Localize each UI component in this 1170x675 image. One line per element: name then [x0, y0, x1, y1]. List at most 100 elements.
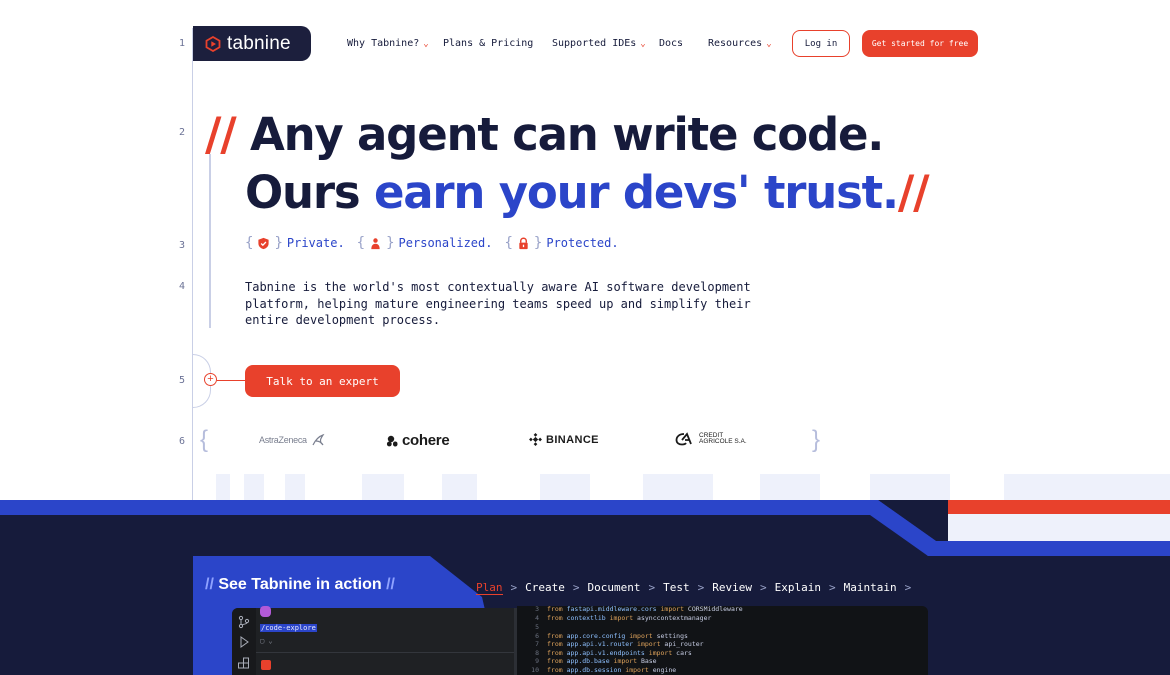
- nav-resources[interactable]: Resources ⌄: [708, 38, 772, 49]
- step-review[interactable]: Review: [712, 581, 752, 595]
- tabnine-logo[interactable]: tabnine: [193, 26, 311, 61]
- hero-title-line-1: // Any agent can write code.: [205, 108, 884, 161]
- line-number: 1: [178, 38, 186, 49]
- decor-block: [216, 474, 230, 500]
- brace: }: [533, 235, 543, 251]
- connector-line: [217, 380, 245, 381]
- hero-line-1-text: Any agent can write code.: [249, 108, 884, 161]
- chat-divider: [256, 652, 514, 653]
- logos-brace-left: {: [200, 426, 209, 453]
- person-icon: [371, 237, 380, 249]
- step-separator: >: [572, 581, 580, 594]
- nav-label: Why Tabnine?: [347, 38, 420, 49]
- line-number: 4: [178, 281, 186, 292]
- extensions-icon[interactable]: [237, 657, 251, 671]
- talk-to-expert-button[interactable]: Talk to an expert: [245, 365, 400, 397]
- decor-block: [1004, 474, 1170, 500]
- get-started-button[interactable]: Get started for free: [862, 30, 978, 57]
- decor-block: [442, 474, 477, 500]
- decor-block: [760, 474, 820, 500]
- step-separator: >: [904, 581, 912, 594]
- action-section-title: // See Tabnine in action //: [205, 576, 395, 594]
- step-separator: >: [648, 581, 656, 594]
- line-number: 5: [178, 375, 186, 386]
- ide-code-editor: 3 from fastapi.middleware.cors import COR…: [517, 605, 928, 675]
- slashes: //: [386, 576, 395, 593]
- nav-label: Docs: [659, 38, 684, 49]
- step-explain[interactable]: Explain: [775, 581, 821, 595]
- brand-name: AstraZeneca: [259, 435, 307, 445]
- decor-block: [362, 474, 404, 500]
- credit-agricole-text: CREDIT AGRICOLE S.A.: [699, 432, 747, 446]
- lock-icon: [519, 236, 528, 249]
- logo-credit-agricole: CREDIT AGRICOLE S.A.: [675, 432, 747, 446]
- brace: }: [274, 235, 283, 251]
- decor-block: [540, 474, 590, 500]
- source-control-icon[interactable]: [237, 615, 251, 629]
- shield-check-icon: [258, 237, 270, 249]
- brace: }: [386, 235, 395, 251]
- pill-label: Personalized.: [398, 236, 493, 250]
- action-title-text: See Tabnine in action: [218, 576, 382, 593]
- chevron-down-icon: ⌄: [640, 38, 646, 49]
- decor-block: [285, 474, 305, 500]
- code-text: from contextlib import asynccontextmanag…: [547, 614, 712, 622]
- brand-name: cohere: [402, 432, 450, 449]
- code-text: from fastapi.middleware.cors import CORS…: [547, 605, 743, 613]
- logos-brace-right: }: [812, 426, 821, 453]
- nav-supported-ides[interactable]: Supported IDEs ⌄: [552, 38, 646, 49]
- code-text: from app.db.session import engine: [547, 666, 677, 674]
- hero-line-2-dark: Ours: [245, 166, 361, 219]
- editor-splitter[interactable]: [514, 608, 517, 675]
- logo-astrazeneca: AstraZeneca: [259, 433, 325, 447]
- step-document[interactable]: Document: [588, 581, 641, 595]
- brace: {: [245, 235, 254, 251]
- binance-diamond-icon: [529, 433, 542, 446]
- astrazeneca-swirl-icon: [312, 433, 325, 446]
- logo-binance: BINANCE: [529, 433, 599, 446]
- tabnine-mark-icon: [205, 35, 221, 52]
- login-button[interactable]: Log in: [792, 30, 850, 57]
- decor-block: [244, 474, 264, 500]
- model-selector[interactable]: ▢ ⌄: [260, 637, 273, 645]
- ide-chat-panel: [232, 608, 514, 675]
- chat-command: /code-explore: [260, 624, 317, 632]
- nav-docs[interactable]: Docs: [659, 38, 683, 49]
- code-text: from app.core.config import settings: [547, 632, 688, 640]
- hero-title-line-2: Ours earn your devs' trust.//: [245, 166, 930, 219]
- tabnine-reply-icon: [261, 660, 271, 670]
- plus-icon: +: [204, 373, 217, 386]
- ide-activity-bar: [232, 608, 256, 675]
- nav-label: Supported IDEs: [552, 38, 637, 49]
- brand-name: BINANCE: [546, 433, 599, 446]
- code-line-number: 8: [535, 649, 539, 657]
- step-separator: >: [759, 581, 767, 594]
- brace: {: [504, 235, 513, 251]
- hero-accent-bar: [209, 154, 211, 328]
- nav-plans-pricing[interactable]: Plans & Pricing: [443, 38, 533, 49]
- step-test[interactable]: Test: [663, 581, 690, 595]
- code-line-number: 4: [535, 614, 539, 622]
- step-separator: >: [697, 581, 705, 594]
- nav-why-tabnine[interactable]: Why Tabnine? ⌄: [347, 38, 429, 49]
- step-separator: >: [828, 581, 836, 594]
- decor-block: [870, 474, 950, 500]
- logo-cohere: cohere: [386, 432, 450, 449]
- code-text: from app.db.base import Base: [547, 657, 657, 665]
- code-text: from app.api.v1.endpoints import cars: [547, 649, 692, 657]
- nav-label: Plans & Pricing: [443, 38, 534, 49]
- code-line-number: 10: [531, 666, 539, 674]
- step-maintain[interactable]: Maintain: [844, 581, 897, 595]
- run-debug-icon[interactable]: [237, 635, 251, 649]
- pill-protected: { } Protected.: [504, 235, 618, 251]
- hero-line-2-blue: earn your devs' trust.: [373, 166, 899, 219]
- pill-label: Protected.: [546, 236, 619, 250]
- code-line-number: 6: [535, 632, 539, 640]
- step-plan[interactable]: Plan: [476, 581, 503, 595]
- code-text: from app.api.v1.router import api_router: [547, 640, 704, 648]
- chat-avatar: [260, 606, 271, 617]
- code-line-number: 5: [535, 623, 539, 631]
- line-number: 6: [178, 436, 186, 447]
- slashes: //: [205, 576, 214, 593]
- step-create[interactable]: Create: [525, 581, 565, 595]
